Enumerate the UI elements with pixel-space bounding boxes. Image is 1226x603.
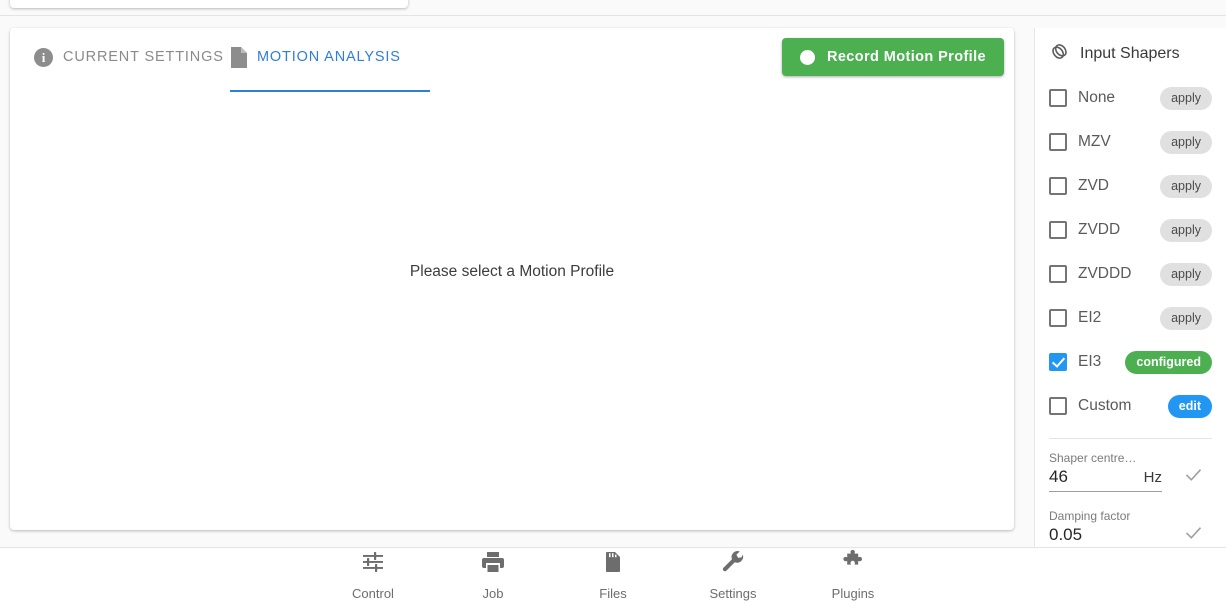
top-divider bbox=[0, 15, 1226, 16]
shaper-label-custom: Custom bbox=[1078, 397, 1132, 414]
shaper-label-mzv: MZV bbox=[1078, 133, 1111, 150]
printer-icon bbox=[481, 550, 505, 579]
motion-analysis-card: i CURRENT SETTINGS MOTION ANALYSIS Recor… bbox=[10, 28, 1014, 530]
shaper-label-zvddd: ZVDDD bbox=[1078, 265, 1132, 282]
partial-card-above bbox=[10, 0, 408, 8]
nav-label-files: Files bbox=[599, 586, 627, 601]
shaper-action-zvddd[interactable]: apply bbox=[1160, 262, 1212, 286]
bottom-navigation: Control Job Files Settings Plugins bbox=[0, 548, 1226, 603]
wrench-icon bbox=[721, 550, 745, 579]
shaper-action-zvdd[interactable]: apply bbox=[1160, 218, 1212, 242]
empty-state-message: Please select a Motion Profile bbox=[409, 263, 615, 280]
nav-label-settings: Settings bbox=[709, 586, 757, 601]
input-shapers-icon bbox=[1049, 41, 1070, 67]
shaper-label-ei3: EI3 bbox=[1078, 353, 1102, 370]
puzzle-icon bbox=[841, 549, 865, 579]
nav-label-control: Control bbox=[352, 586, 394, 601]
field-damping-factor: Damping factor bbox=[1049, 501, 1212, 548]
shaper-row-custom[interactable]: Custom edit bbox=[1049, 384, 1212, 428]
field-shaper-centre-line: Hz bbox=[1049, 467, 1162, 492]
shaper-label-ei2: EI2 bbox=[1078, 309, 1102, 326]
shaper-row-zvdd[interactable]: ZVDD apply bbox=[1049, 208, 1212, 252]
shaper-checkbox-custom[interactable] bbox=[1049, 397, 1067, 415]
shaper-row-mzv[interactable]: MZV apply bbox=[1049, 120, 1212, 164]
nav-label-plugins: Plugins bbox=[831, 586, 875, 601]
shaper-row-zvddd[interactable]: ZVDDD apply bbox=[1049, 252, 1212, 296]
shaper-label-zvdd: ZVDD bbox=[1078, 221, 1121, 238]
shaper-centre-input[interactable] bbox=[1049, 467, 1121, 487]
shaper-checkbox-mzv[interactable] bbox=[1049, 133, 1067, 151]
shaper-label-none: None bbox=[1078, 89, 1116, 106]
shaper-action-zvd[interactable]: apply bbox=[1160, 174, 1212, 198]
shaper-centre-unit: Hz bbox=[1143, 469, 1162, 486]
nav-label-job: Job bbox=[482, 586, 504, 601]
shaper-status-ei3[interactable]: configured bbox=[1125, 350, 1212, 374]
input-shapers-panel: Input Shapers None apply MZV apply ZVD a… bbox=[1034, 28, 1226, 548]
damping-factor-input[interactable] bbox=[1049, 525, 1121, 545]
shaper-row-ei3[interactable]: EI3 configured bbox=[1049, 340, 1212, 384]
field-damping-factor-line bbox=[1049, 525, 1162, 548]
shaper-label-zvd: ZVD bbox=[1078, 177, 1109, 194]
shaper-checkbox-ei3[interactable] bbox=[1049, 353, 1067, 371]
shaper-action-ei2[interactable]: apply bbox=[1160, 306, 1212, 330]
field-damping-factor-label: Damping factor bbox=[1049, 509, 1131, 523]
field-shaper-centre: Shaper centre… Hz bbox=[1049, 443, 1212, 492]
input-shapers-title: Input Shapers bbox=[1080, 45, 1180, 62]
shaper-action-custom[interactable]: edit bbox=[1167, 394, 1212, 418]
shaper-checkbox-ei2[interactable] bbox=[1049, 309, 1067, 327]
shaper-row-ei2[interactable]: EI2 apply bbox=[1049, 296, 1212, 340]
shaper-row-zvd[interactable]: ZVD apply bbox=[1049, 164, 1212, 208]
damping-factor-confirm-check-icon[interactable] bbox=[1183, 522, 1204, 548]
shaper-centre-confirm-check-icon[interactable] bbox=[1183, 464, 1204, 490]
nav-item-plugins[interactable]: Plugins bbox=[812, 549, 894, 601]
field-shaper-centre-label: Shaper centre… bbox=[1049, 451, 1137, 465]
nav-item-settings[interactable]: Settings bbox=[692, 550, 774, 601]
panel-divider bbox=[1049, 438, 1212, 439]
shaper-action-none[interactable]: apply bbox=[1160, 86, 1212, 110]
input-shapers-header: Input Shapers bbox=[1049, 28, 1212, 76]
sd-card-icon bbox=[601, 550, 625, 579]
shaper-checkbox-zvddd[interactable] bbox=[1049, 265, 1067, 283]
shaper-checkbox-zvd[interactable] bbox=[1049, 177, 1067, 195]
shaper-checkbox-none[interactable] bbox=[1049, 89, 1067, 107]
shaper-row-none[interactable]: None apply bbox=[1049, 76, 1212, 120]
nav-item-files[interactable]: Files bbox=[572, 550, 654, 601]
nav-item-job[interactable]: Job bbox=[452, 550, 534, 601]
shaper-action-mzv[interactable]: apply bbox=[1160, 130, 1212, 154]
sliders-icon bbox=[361, 550, 385, 579]
nav-item-control[interactable]: Control bbox=[332, 550, 414, 601]
shaper-checkbox-zvdd[interactable] bbox=[1049, 221, 1067, 239]
